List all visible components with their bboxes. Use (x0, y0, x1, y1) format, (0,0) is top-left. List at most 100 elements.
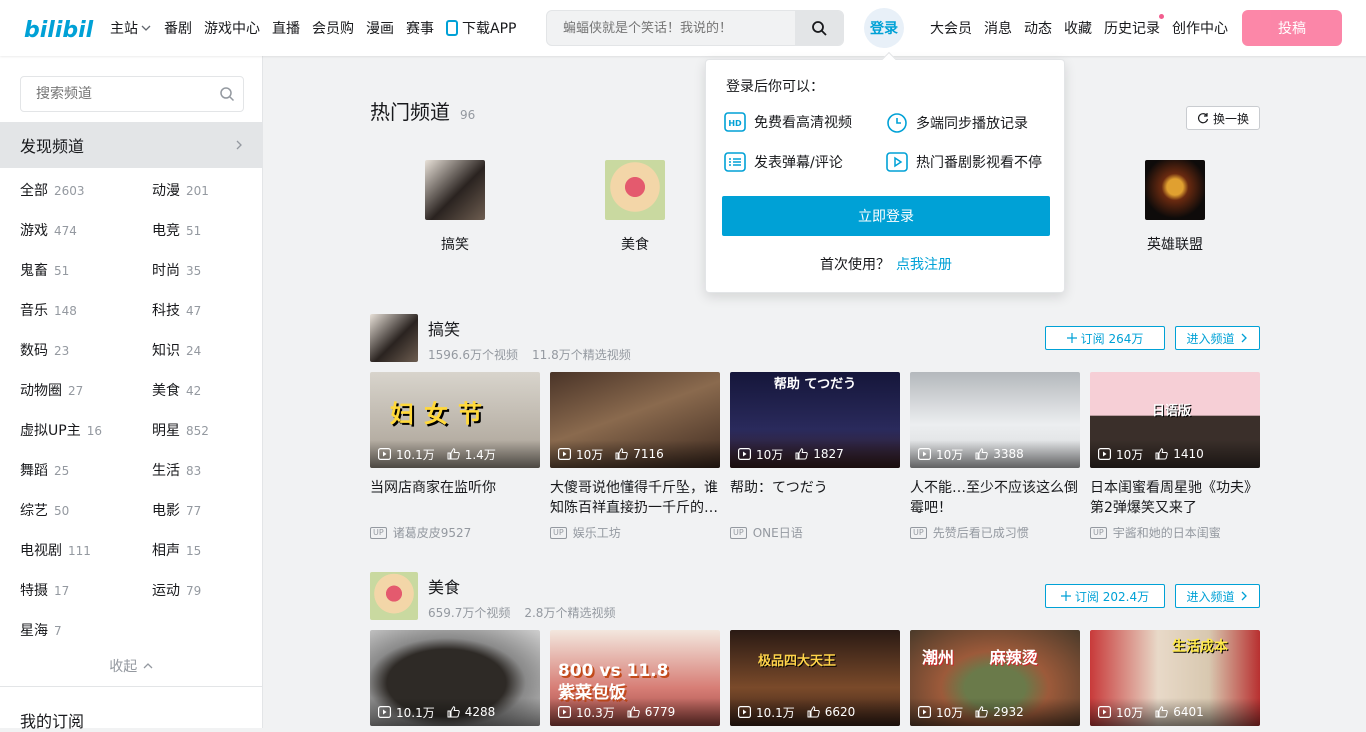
uploader[interactable]: UP 娱乐工坊 (550, 524, 720, 541)
category-item[interactable]: 虚拟UP主 16 (20, 420, 102, 440)
hot-channel-funny[interactable]: 搞笑 (395, 160, 515, 254)
subscribe-button[interactable]: 订阅 264万 (1045, 326, 1165, 350)
uploader[interactable]: UP ONE日语 (730, 524, 900, 541)
channel-search-input[interactable] (21, 86, 210, 102)
video-title[interactable]: 人不能…至少不应该这么倒霉吧！ (910, 478, 1080, 518)
video-cover[interactable]: 10.1万 4288 (370, 630, 540, 726)
enter-channel-button[interactable]: 进入频道 (1175, 584, 1260, 608)
nav-anime[interactable]: 番剧 (164, 18, 192, 38)
video-cover[interactable]: 妇女节 10.1万 1.4万 (370, 372, 540, 468)
video-card[interactable]: 极品四大天王 10.1万 6620 (730, 630, 900, 726)
nav-download-app[interactable]: 下载APP (446, 18, 516, 38)
bilibili-logo[interactable]: bilibili (24, 12, 101, 44)
enter-channel-button[interactable]: 进入频道 (1175, 326, 1260, 350)
video-title[interactable]: 日本闺蜜看周星驰《功夫》第2弹爆笑又来了 (1090, 478, 1260, 518)
video-card[interactable]: 日语版 10万 1410 日本闺蜜看周星驰《功夫》第2弹爆笑又来了 UP 宇酱和她的… (1090, 372, 1260, 541)
category-item[interactable]: 知识 24 (152, 340, 201, 360)
uploader[interactable]: UP 宇酱和她的日本闺蜜 (1090, 524, 1260, 541)
channel-avatar[interactable] (370, 314, 418, 362)
video-cover[interactable]: 10万 3388 (910, 372, 1080, 468)
category-item[interactable]: 动物圈 27 (20, 380, 83, 400)
nav-live[interactable]: 直播 (272, 18, 300, 38)
channel-name[interactable]: 美食 (428, 574, 460, 598)
like-count: 6401 (1155, 705, 1204, 719)
category-item[interactable]: 科技 47 (152, 300, 201, 320)
video-card[interactable]: 10万 7116 大傻哥说他懂得千斤坠，谁知陈百祥直接扔一千斤的… UP 娱乐工坊 (550, 372, 720, 541)
subscribe-button[interactable]: 订阅 202.4万 (1045, 584, 1165, 608)
category-item[interactable]: 舞蹈 25 (20, 460, 69, 480)
video-card[interactable]: 10万 3388 人不能…至少不应该这么倒霉吧！ UP 先赞后看已成习惯 (910, 372, 1080, 541)
nav-creator-center[interactable]: 创作中心 (1172, 18, 1228, 38)
category-item[interactable]: 鬼畜 51 (20, 260, 69, 280)
category-item[interactable]: 星海 7 (20, 620, 62, 640)
hot-channel-lol[interactable]: 英雄联盟 (1115, 160, 1235, 254)
thumb-up-icon (1155, 706, 1169, 718)
nav-dynamics[interactable]: 动态 (1024, 18, 1052, 38)
nav-game-center[interactable]: 游戏中心 (204, 18, 260, 38)
video-title[interactable]: 大傻哥说他懂得千斤坠，谁知陈百祥直接扔一千斤的… (550, 478, 720, 518)
video-cover[interactable]: 10万 7116 (550, 372, 720, 468)
register-link[interactable]: 点我注册 (896, 257, 952, 273)
category-item[interactable]: 数码 23 (20, 340, 69, 360)
category-item[interactable]: 全部 2603 (20, 180, 85, 200)
category-item[interactable]: 游戏 474 (20, 220, 77, 240)
video-card[interactable]: 妇女节 10.1万 1.4万 当网店商家在监听你 UP 诸葛皮皮9527 (370, 372, 540, 541)
like-count: 4288 (447, 705, 495, 719)
category-item[interactable]: 音乐 148 (20, 300, 77, 320)
nav-mall[interactable]: 会员购 (312, 18, 354, 38)
category-item[interactable]: 电影 77 (152, 500, 201, 520)
search-input[interactable] (547, 11, 795, 45)
channel-name[interactable]: 搞笑 (428, 316, 460, 340)
channel-avatar[interactable] (370, 572, 418, 620)
category-item[interactable]: 明星 852 (152, 420, 209, 440)
category-item[interactable]: 特摄 17 (20, 580, 69, 600)
discover-channels-item[interactable]: 发现频道 (0, 122, 263, 168)
video-cover[interactable]: 极品四大天王 10.1万 6620 (730, 630, 900, 726)
swap-button[interactable]: 换一换 (1186, 106, 1260, 130)
benefit-hd: HD 免费看高清视频 (724, 112, 852, 132)
category-item[interactable]: 动漫 201 (152, 180, 209, 200)
video-card[interactable]: 800 vs 11.8 紫菜包饭 10.3万 6779 (550, 630, 720, 726)
nav-messages[interactable]: 消息 (984, 18, 1012, 38)
collapse-button[interactable]: 收起 (0, 656, 263, 676)
category-item[interactable]: 美食 42 (152, 380, 201, 400)
like-count: 1410 (1155, 447, 1204, 461)
nav-main[interactable]: 主站 (110, 18, 152, 38)
category-item[interactable]: 运动 79 (152, 580, 201, 600)
video-cover[interactable]: 帮助 てつだう 10万 1827 (730, 372, 900, 468)
video-title[interactable]: 当网店商家在监听你 (370, 478, 540, 518)
uploader[interactable]: UP 先赞后看已成习惯 (910, 524, 1080, 541)
login-button[interactable]: 登录 (864, 8, 904, 48)
video-cover[interactable]: 生活成本 10万 6401 (1090, 630, 1260, 726)
category-item[interactable]: 相声 15 (152, 540, 201, 560)
category-item[interactable]: 生活 83 (152, 460, 201, 480)
login-popup: 登录后你可以： HD 免费看高清视频 多端同步播放记录 发表弹幕/评论 热门番剧… (705, 51, 1065, 293)
video-cover[interactable]: 潮州 麻辣烫 10万 2932 (910, 630, 1080, 726)
nav-vip[interactable]: 大会员 (930, 18, 972, 38)
upload-button[interactable]: 投稿 (1242, 10, 1342, 46)
like-count: 6779 (627, 705, 675, 719)
video-card[interactable]: 潮州 麻辣烫 10万 2932 (910, 630, 1080, 726)
search-icon[interactable] (210, 86, 243, 102)
category-item[interactable]: 综艺 50 (20, 500, 69, 520)
category-item[interactable]: 时尚 35 (152, 260, 201, 280)
nav-esports[interactable]: 赛事 (406, 18, 434, 38)
up-icon: UP (370, 526, 387, 539)
nav-favorites[interactable]: 收藏 (1064, 18, 1092, 38)
nav-manga[interactable]: 漫画 (366, 18, 394, 38)
video-card[interactable]: 10.1万 4288 (370, 630, 540, 726)
video-cover[interactable]: 800 vs 11.8 紫菜包饭 10.3万 6779 (550, 630, 720, 726)
cover-text: 潮州 麻辣烫 (922, 648, 1038, 667)
video-cover[interactable]: 日语版 10万 1410 (1090, 372, 1260, 468)
category-item[interactable]: 电视剧 111 (20, 540, 91, 560)
search-button[interactable] (795, 11, 843, 45)
hot-channel-food[interactable]: 美食 (575, 160, 695, 254)
video-title[interactable]: 帮助：てつだう (730, 478, 900, 518)
video-card[interactable]: 帮助 てつだう 10万 1827 帮助：てつだう UP ONE日语 (730, 372, 900, 541)
video-card[interactable]: 生活成本 10万 6401 (1090, 630, 1260, 726)
nav-history[interactable]: 历史记录 (1104, 14, 1164, 38)
category-item[interactable]: 电竞 51 (152, 220, 201, 240)
uploader[interactable]: UP 诸葛皮皮9527 (370, 524, 540, 541)
my-subscriptions-title[interactable]: 我的订阅 (20, 708, 84, 732)
login-now-button[interactable]: 立即登录 (722, 196, 1050, 236)
